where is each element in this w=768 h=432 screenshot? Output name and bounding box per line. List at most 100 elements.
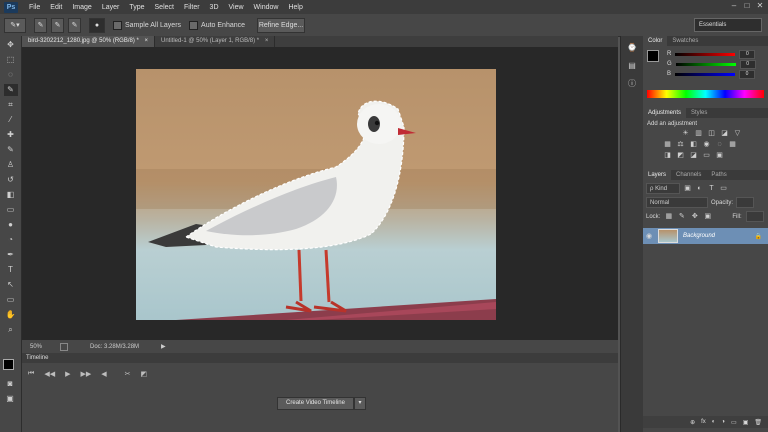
lock-image-icon[interactable]: ✎ [677, 213, 686, 221]
menu-select[interactable]: Select [150, 4, 179, 11]
color-balance-icon[interactable]: ⚖ [676, 141, 685, 149]
opacity-field[interactable] [736, 197, 755, 208]
quick-mask-icon[interactable]: ◙ [3, 378, 17, 390]
menu-window[interactable]: Window [249, 4, 284, 11]
next-frame-icon[interactable]: ▶▶ [80, 370, 91, 378]
tab-styles[interactable]: Styles [686, 108, 712, 118]
zoom-tool-icon[interactable]: ⌕ [4, 324, 18, 336]
new-group-icon[interactable]: ▭ [731, 419, 737, 426]
history-panel-icon[interactable]: ⌚ [625, 42, 639, 54]
filter-pixel-icon[interactable]: ▣ [683, 185, 692, 193]
tab-layers[interactable]: Layers [643, 170, 672, 180]
filter-type-icon[interactable]: T [707, 185, 716, 193]
black-white-icon[interactable]: ◧ [689, 141, 698, 149]
new-adjustment-icon[interactable]: ◑ [721, 419, 725, 425]
tab-untitled-document[interactable]: Untitled-1 @ 50% (Layer 1, RGB/8) * × [155, 36, 276, 47]
add-style-icon[interactable]: fx [701, 419, 706, 425]
new-selection-button[interactable]: ✎ [34, 17, 47, 33]
sample-all-layers-checkbox[interactable] [113, 20, 122, 30]
play-icon[interactable]: ▶ [65, 370, 70, 378]
close-tab-icon[interactable]: × [145, 38, 149, 44]
brush-tool-icon[interactable]: ✎ [4, 144, 18, 156]
subtract-selection-button[interactable]: ✎ [68, 17, 81, 33]
lock-transparent-icon[interactable]: ▦ [664, 213, 673, 221]
transition-icon[interactable]: ◩ [141, 370, 148, 378]
info-panel-icon[interactable]: ⓘ [625, 78, 639, 90]
tab-bird-document[interactable]: bird-3202212_1280.jpg @ 50% (RGB/8) * × [22, 36, 156, 47]
move-tool-icon[interactable]: ✥ [4, 39, 18, 51]
blur-tool-icon[interactable]: ● [4, 219, 18, 231]
tab-swatches[interactable]: Swatches [667, 36, 703, 46]
split-icon[interactable]: ✂ [125, 370, 131, 378]
tab-adjustments[interactable]: Adjustments [643, 108, 687, 118]
gradient-map-icon[interactable]: ▭ [702, 152, 711, 160]
menu-image[interactable]: Image [67, 4, 96, 11]
bird-photo[interactable] [136, 69, 496, 320]
screen-mode-icon[interactable]: ▣ [3, 393, 17, 405]
tool-preset-picker[interactable]: ✎▾ [4, 17, 26, 33]
brush-size-picker[interactable]: ● [89, 17, 105, 33]
foreground-color-swatch[interactable] [3, 359, 14, 370]
crop-tool-icon[interactable]: ⌗ [4, 99, 18, 111]
type-tool-icon[interactable]: T [4, 264, 18, 276]
tab-paths[interactable]: Paths [706, 170, 731, 180]
healing-brush-tool-icon[interactable]: ✚ [4, 129, 18, 141]
vibrance-icon[interactable]: ▽ [733, 130, 742, 138]
curves-icon[interactable]: ◫ [707, 130, 716, 138]
exposure-icon[interactable]: ◪ [720, 130, 729, 138]
menu-type[interactable]: Type [124, 4, 149, 11]
tab-color[interactable]: Color [643, 36, 668, 46]
green-slider[interactable] [675, 62, 736, 66]
brightness-icon[interactable]: ☀ [681, 130, 690, 138]
add-mask-icon[interactable]: ◐ [712, 419, 716, 425]
blue-slider[interactable] [675, 72, 736, 76]
clone-stamp-tool-icon[interactable]: ♙ [4, 159, 18, 171]
photo-filter-icon[interactable]: ◉ [702, 141, 711, 149]
status-info-icon[interactable] [60, 342, 69, 351]
visibility-eye-icon[interactable]: ◉ [643, 232, 655, 240]
menu-help[interactable]: Help [283, 4, 307, 11]
auto-enhance-checkbox[interactable] [189, 20, 199, 30]
tab-channels[interactable]: Channels [671, 170, 706, 180]
lock-position-icon[interactable]: ✥ [690, 213, 699, 221]
close-tab-icon[interactable]: × [265, 38, 269, 44]
marquee-tool-icon[interactable]: ⬚ [4, 54, 18, 66]
selective-color-icon[interactable]: ▣ [715, 152, 724, 160]
close-icon[interactable]: ✕ [756, 2, 764, 10]
create-video-timeline-button[interactable]: Create Video Timeline [277, 397, 354, 410]
previous-frame-icon[interactable]: ◀◀ [44, 370, 55, 378]
blue-value[interactable]: 0 [739, 69, 756, 79]
filter-adjustment-icon[interactable]: ◐ [695, 185, 704, 193]
green-value[interactable]: 0 [739, 59, 756, 69]
delete-layer-icon[interactable]: 🗑 [754, 419, 762, 426]
layer-kind-filter[interactable]: ρ Kind [646, 183, 680, 194]
dodge-tool-icon[interactable]: ◔ [4, 234, 18, 246]
menu-layer[interactable]: Layer [97, 4, 125, 11]
color-lookup-icon[interactable]: ▦ [728, 141, 737, 149]
shape-tool-icon[interactable]: ▭ [4, 294, 18, 306]
quick-selection-tool-icon[interactable]: ✎ [3, 84, 18, 96]
new-layer-icon[interactable]: ▣ [743, 419, 749, 426]
zoom-level[interactable]: 50% [30, 344, 42, 350]
path-selection-tool-icon[interactable]: ↖ [4, 279, 18, 291]
history-brush-tool-icon[interactable]: ↺ [4, 174, 18, 186]
link-layers-icon[interactable]: ⊕ [690, 419, 695, 426]
pen-tool-icon[interactable]: ✒ [4, 249, 18, 261]
maximize-icon[interactable]: □ [743, 2, 751, 10]
first-frame-icon[interactable]: ⏮ [28, 370, 34, 378]
hand-tool-icon[interactable]: ✋ [4, 309, 18, 321]
posterize-icon[interactable]: ◩ [676, 152, 685, 160]
add-to-selection-button[interactable]: ✎ [51, 17, 64, 33]
menu-view[interactable]: View [224, 4, 249, 11]
workspace-select[interactable]: Essentials [694, 18, 762, 32]
menu-file[interactable]: File [24, 4, 45, 11]
menu-filter[interactable]: Filter [179, 4, 205, 11]
refine-edge-button[interactable]: Refine Edge... [257, 17, 306, 33]
minimize-icon[interactable]: – [730, 2, 738, 10]
audio-icon[interactable]: ◀ [101, 370, 106, 378]
eraser-tool-icon[interactable]: ◧ [4, 189, 18, 201]
filter-shape-icon[interactable]: ▭ [719, 185, 728, 193]
channel-mixer-icon[interactable]: ◌ [715, 141, 724, 149]
red-slider[interactable] [675, 52, 736, 56]
fill-field[interactable] [745, 211, 764, 222]
